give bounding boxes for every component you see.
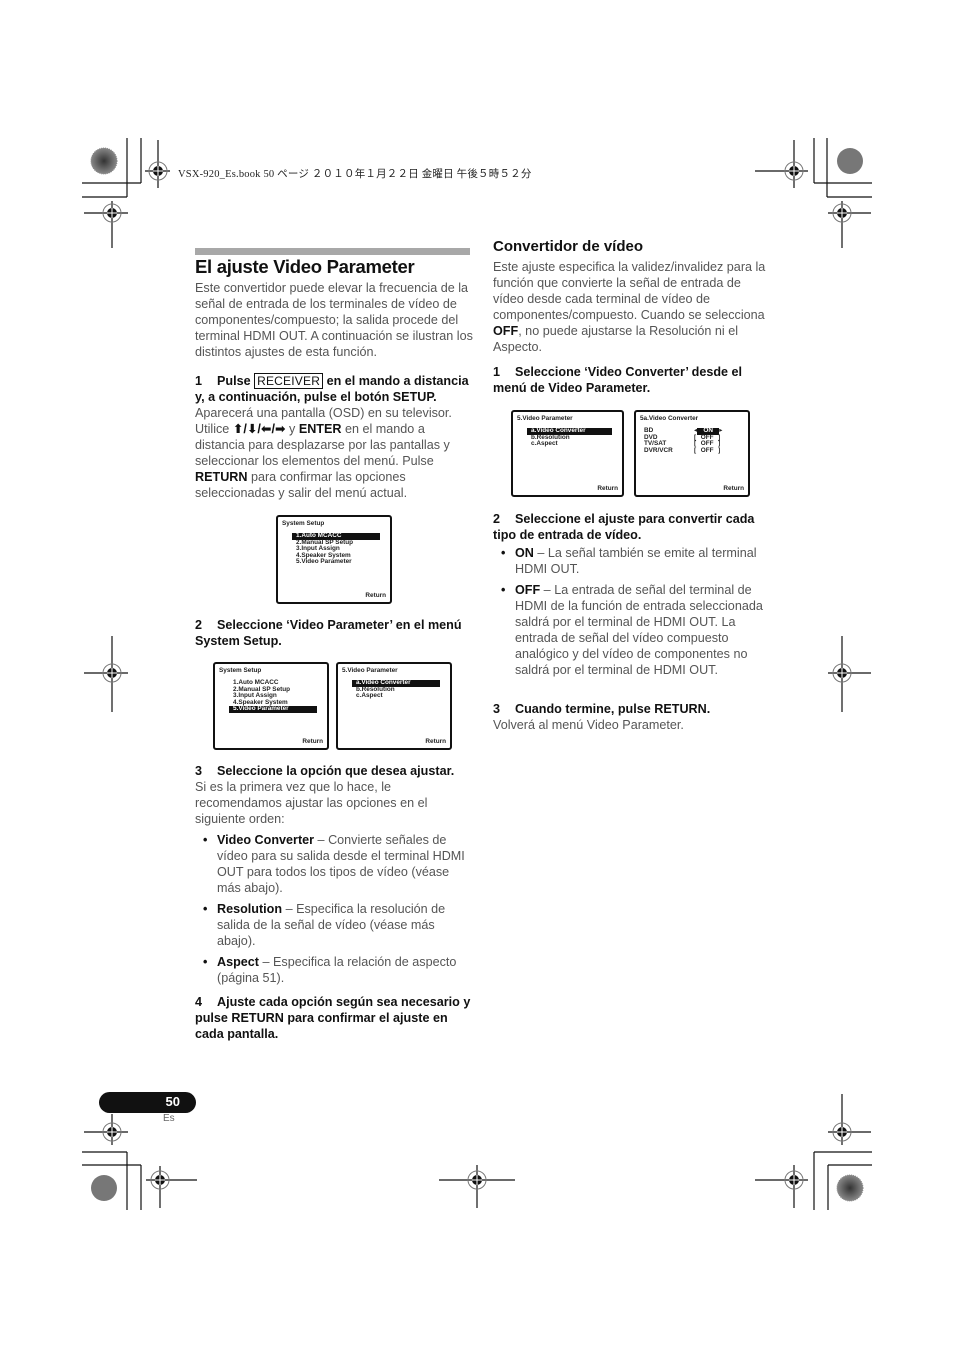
osd-video-parameter-2: 5.Video Parameter a.Video Converter b.Re… [511,410,624,497]
right-step-1: 1 Seleccione ‘Video Converter’ desde el m… [493,364,769,396]
osd-system-setup-2: System Setup 1.Auto MCACC 2.Manual SP Se… [213,662,329,750]
step-body: Si es la primera vez que lo hace, le rec… [195,780,428,826]
osd-title: System Setup [282,520,325,527]
step-text: Pulse [217,374,251,388]
osd-video-converter: 5a.Video Converter BD ◂ ON ▸ DVD[OFF] TV/SA… [634,410,750,497]
step-number: 2 [493,512,501,526]
osd-title: System Setup [219,667,262,674]
osd-row: DVR/VCR[OFF] [644,446,721,454]
subsection-intro: Este ajuste especifica la validez/invali… [493,259,769,355]
step-text: Seleccione la opción que desea ajustar. [217,764,455,778]
step-3: 3 Seleccione la opción que desea ajustar.… [195,763,473,986]
intro-text: , no puede ajustarse la Resolución ni el… [493,324,739,354]
step-body: Volverá al menú Video Parameter. [493,718,684,732]
return-key: RETURN [195,470,248,484]
bullet-desc: – La señal también se emite al terminal … [515,546,757,576]
osd-title: 5a.Video Converter [640,415,699,422]
right-step-3: 3 Cuando termine, pulse RETURN. Volverá a… [493,701,769,733]
section-title: El ajuste Video Parameter [195,256,415,277]
page-number: 50 [165,1094,180,1109]
bullet-item: OFF – La entrada de señal del terminal d… [493,582,769,678]
right-step-2: 2 Seleccione el ajuste para convertir cad… [493,511,769,678]
step-text: Seleccione el ajuste para convertir cada… [493,512,755,542]
step-number: 1 [195,374,203,388]
step-1: 1 Pulse RECEIVER en el mando a distancia … [195,373,473,501]
intro-paragraph: Este convertidor puede elevar la frecuen… [195,281,473,359]
bullet-item: ON – La señal también se emite al termin… [493,545,769,577]
osd-system-setup: System Setup 1.Auto MCACC 2.Manual SP Se… [276,515,392,604]
step-text: Seleccione ‘Video Converter’ desde el me… [493,365,743,395]
step-text: Seleccione ‘Video Parameter’ en el menú … [195,618,462,648]
step-number: 2 [195,618,203,632]
bullet-item: Video Converter – Convierte señales de v… [195,832,473,896]
bullet-term: OFF [515,583,541,597]
page-tab [99,1092,196,1113]
section-bar [195,248,470,255]
crop-marks [82,138,872,1210]
subsection-title: Convertidor de vídeo [493,238,644,255]
osd-return: Return [302,738,323,745]
step-text: Ajuste cada opción según sea necesario y… [195,995,471,1041]
step-body: y [289,422,296,436]
bullet-desc: – La entrada de señal del terminal de HD… [515,583,763,677]
step-number: 4 [195,995,203,1009]
page-language: Es [163,1113,175,1124]
osd-return: Return [723,485,744,492]
enter-key: ENTER [298,422,342,436]
osd-item: 5.Video Parameter [229,706,317,713]
osd-return: Return [365,592,386,599]
bullet-term: Resolution [217,902,283,916]
osd-item: c.Aspect [356,692,383,700]
step-number: 1 [493,365,501,379]
osd-return: Return [597,485,618,492]
bullet-term: Video Converter [217,833,315,847]
osd-return: Return [425,738,446,745]
bullet-item: Aspect – Especifica la relación de aspec… [195,954,473,986]
osd-item: 5.Video Parameter [296,558,352,566]
converter-value: OFF [700,446,714,454]
step-4: 4 Ajuste cada opción según sea necesario … [195,994,473,1042]
bullet-item: Resolution – Especifica la resolución de… [195,901,473,949]
step-2: 2 Seleccione ‘Video Parameter’ en el menú… [195,617,473,649]
osd-item: c.Aspect [531,440,558,448]
receiver-key: RECEIVER [254,373,324,389]
osd-title: 5.Video Parameter [342,667,398,674]
input-label: DVR/VCR [644,446,673,454]
bullet-term: Aspect [217,955,259,969]
step-number: 3 [195,764,203,778]
print-header: VSX-920_Es.book 50 ページ ２０１０年１月２２日 金曜日 午後… [178,169,532,180]
off-label: OFF [493,324,519,338]
step-text: Cuando termine, pulse RETURN. [515,702,711,716]
arrow-keys-icon: ⬆/⬇/⬅/➡ [232,422,286,436]
bullet-term: ON [515,546,534,560]
osd-video-parameter: 5.Video Parameter a.Video Converter b.Re… [336,662,452,750]
step-number: 3 [493,702,501,716]
osd-title: 5.Video Parameter [517,415,573,422]
intro-text: Este ajuste especifica la validez/invali… [493,260,766,322]
